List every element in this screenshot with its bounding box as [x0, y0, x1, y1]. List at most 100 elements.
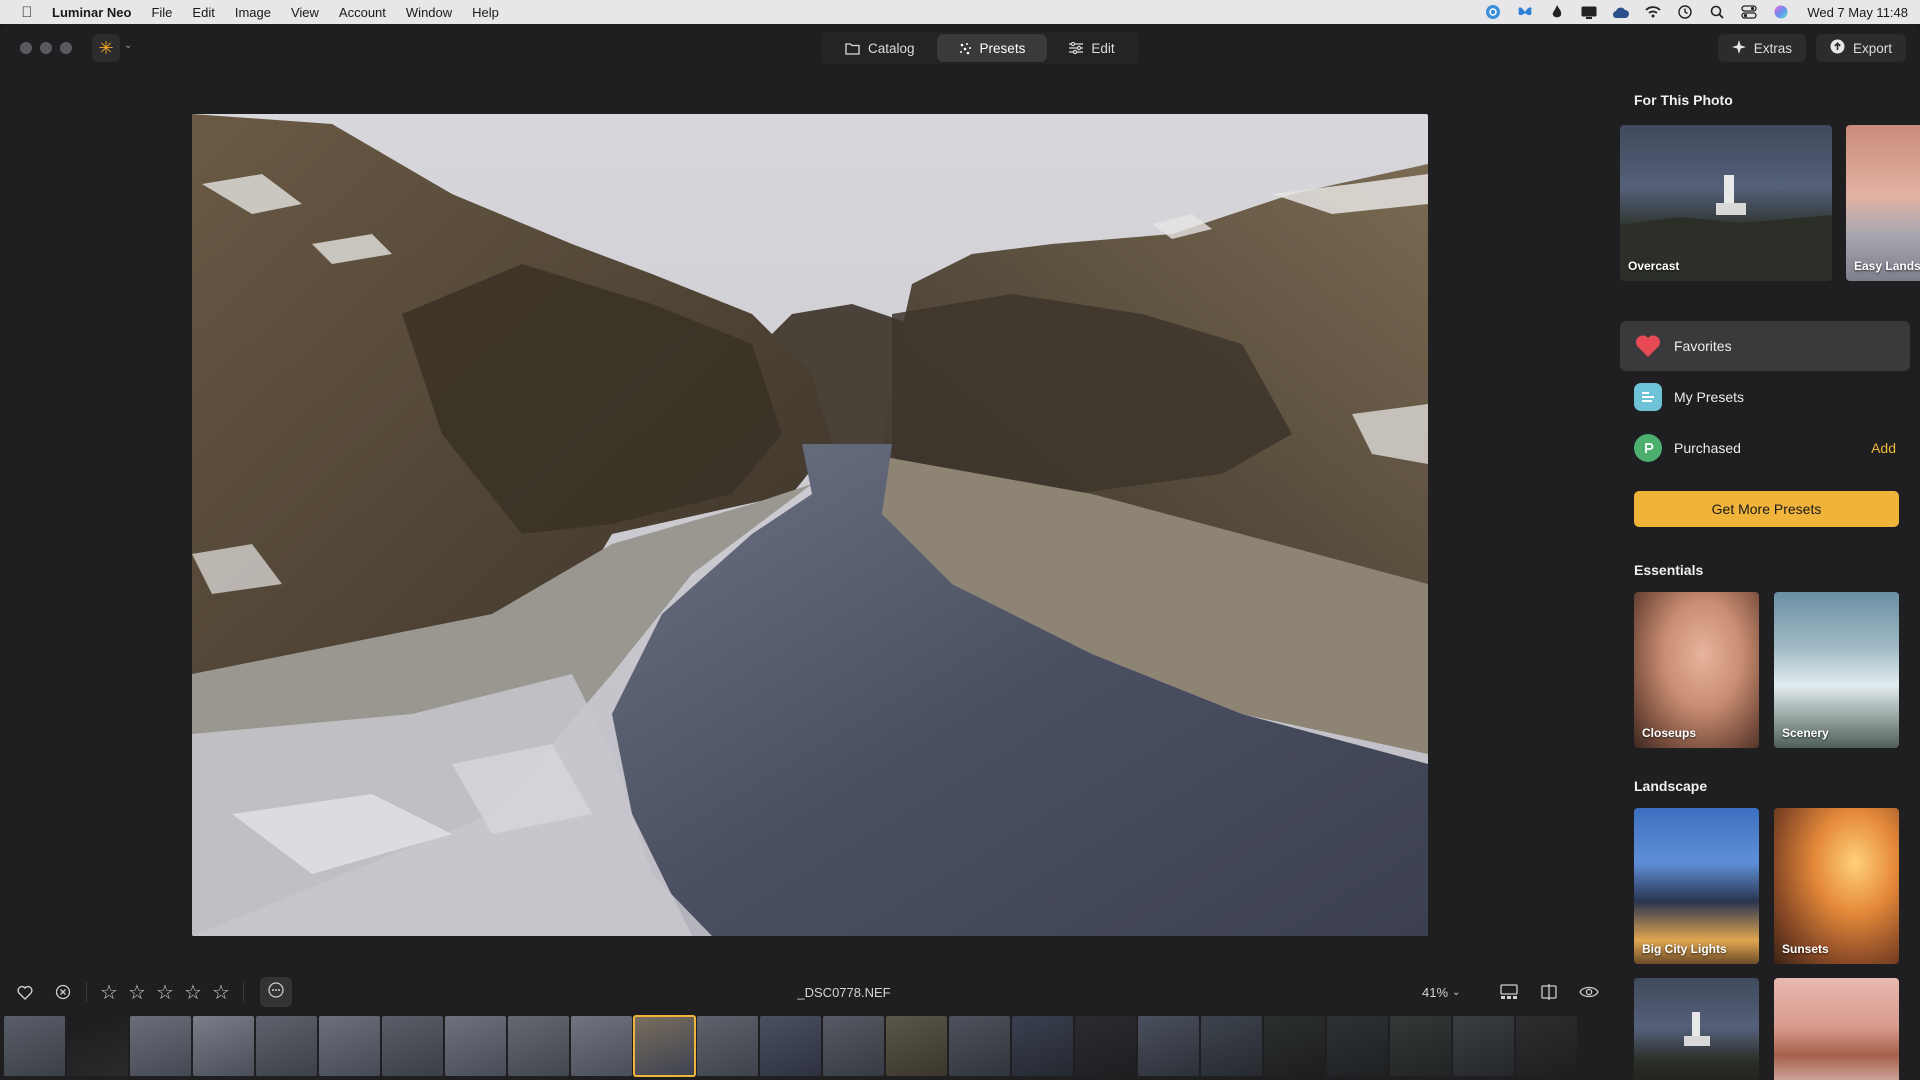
- filmstrip-thumbnail[interactable]: [67, 1016, 128, 1076]
- filmstrip-thumbnail[interactable]: [697, 1016, 758, 1076]
- section-title-for-this-photo: For This Photo: [1634, 92, 1733, 108]
- menu-app-name[interactable]: Luminar Neo: [42, 5, 141, 20]
- filmstrip-thumbnail[interactable]: [1264, 1016, 1325, 1076]
- menu-view[interactable]: View: [281, 5, 329, 20]
- filmstrip-thumbnail[interactable]: [1390, 1016, 1451, 1076]
- window-controls: [20, 42, 72, 54]
- filmstrip-thumbnail[interactable]: [382, 1016, 443, 1076]
- filmstrip-thumbnail[interactable]: [256, 1016, 317, 1076]
- preset-card-label: Big City Lights: [1642, 942, 1727, 956]
- collection-favorites[interactable]: Favorites: [1620, 321, 1910, 371]
- cloud-app-icon[interactable]: [1613, 5, 1630, 19]
- filmstrip-thumbnail[interactable]: [1201, 1016, 1262, 1076]
- filmstrip-thumbnail[interactable]: [886, 1016, 947, 1076]
- menu-help[interactable]: Help: [462, 5, 509, 20]
- display-icon[interactable]: [1581, 5, 1597, 19]
- preset-card-overcast[interactable]: Overcast: [1620, 125, 1832, 281]
- chevron-down-icon[interactable]: ⌄: [124, 40, 132, 51]
- mode-tabs: Catalog Presets Edit: [821, 32, 1139, 64]
- menu-edit[interactable]: Edit: [182, 5, 224, 20]
- luminar-logo-icon[interactable]: ✳: [92, 34, 120, 62]
- chevron-down-icon: ⌄: [1452, 986, 1461, 998]
- butterfly-icon[interactable]: [1517, 5, 1533, 19]
- filmstrip-thumbnail[interactable]: [1516, 1016, 1577, 1076]
- preview-eye-icon[interactable]: [1576, 979, 1602, 1005]
- preset-card-label: Sunsets: [1782, 942, 1829, 956]
- filmstrip-toggle-icon[interactable]: [1496, 979, 1522, 1005]
- wifi-icon[interactable]: [1645, 5, 1661, 19]
- filmstrip-thumbnail[interactable]: [823, 1016, 884, 1076]
- star-5-icon[interactable]: ☆: [209, 980, 233, 1005]
- star-1-icon[interactable]: ☆: [97, 980, 121, 1005]
- finder-search-icon[interactable]: [1485, 5, 1501, 19]
- compare-icon[interactable]: [1536, 979, 1562, 1005]
- preset-card-big-city-lights[interactable]: Big City Lights: [1634, 808, 1759, 964]
- filmstrip-thumbnail-selected[interactable]: [633, 1015, 696, 1077]
- flame-icon[interactable]: [1549, 5, 1565, 19]
- menu-window[interactable]: Window: [396, 5, 462, 20]
- preset-card-easy-landscapes[interactable]: Easy Lands: [1846, 125, 1920, 281]
- sparkle-icon: [1731, 39, 1746, 57]
- export-label: Export: [1852, 40, 1892, 56]
- control-center-icon[interactable]: [1741, 5, 1757, 19]
- preset-card-label: Easy Lands: [1854, 259, 1920, 273]
- filmstrip-thumbnail[interactable]: [1012, 1016, 1073, 1076]
- presets-panel: For This Photo Overcast Easy Lands Favor…: [1616, 72, 1920, 1080]
- ellipsis-icon: [268, 981, 284, 1003]
- add-purchased-link[interactable]: Add: [1871, 440, 1896, 456]
- menubar-clock[interactable]: Wed 7 May 11:48: [1807, 5, 1908, 20]
- my-presets-icon: [1634, 383, 1662, 411]
- filmstrip-thumbnail[interactable]: [508, 1016, 569, 1076]
- more-options-button[interactable]: [260, 977, 292, 1007]
- filmstrip: [0, 1012, 1616, 1080]
- time-machine-icon[interactable]: [1677, 5, 1693, 19]
- filmstrip-thumbnail[interactable]: [4, 1016, 65, 1076]
- collection-purchased[interactable]: Purchased Add: [1620, 423, 1910, 473]
- preset-card-lighthouse[interactable]: [1634, 978, 1759, 1080]
- tab-edit-label: Edit: [1091, 40, 1115, 56]
- divider: [243, 982, 244, 1002]
- bottom-toolbar: ☆ ☆ ☆ ☆ ☆ _DSC0778.NEF 41% ⌄: [0, 972, 1616, 1012]
- zoom-dropdown[interactable]: 41% ⌄: [1422, 985, 1460, 1000]
- tab-presets[interactable]: Presets: [936, 34, 1048, 62]
- filmstrip-thumbnail[interactable]: [1327, 1016, 1388, 1076]
- tab-edit[interactable]: Edit: [1047, 34, 1136, 62]
- menu-image[interactable]: Image: [225, 5, 281, 20]
- preset-card-sunsets[interactable]: Sunsets: [1774, 808, 1899, 964]
- reject-icon[interactable]: [50, 979, 76, 1005]
- preset-card-closeups[interactable]: Closeups: [1634, 592, 1759, 748]
- main-photo[interactable]: [192, 114, 1428, 936]
- collection-label: Favorites: [1674, 338, 1732, 354]
- star-3-icon[interactable]: ☆: [153, 980, 177, 1005]
- filmstrip-thumbnail[interactable]: [949, 1016, 1010, 1076]
- filmstrip-thumbnail[interactable]: [571, 1016, 632, 1076]
- filmstrip-thumbnail[interactable]: [130, 1016, 191, 1076]
- purchased-icon: [1634, 434, 1662, 462]
- filmstrip-thumbnail[interactable]: [193, 1016, 254, 1076]
- spotlight-search-icon[interactable]: [1709, 5, 1725, 19]
- filmstrip-thumbnail[interactable]: [1075, 1016, 1136, 1076]
- filmstrip-thumbnail[interactable]: [445, 1016, 506, 1076]
- tab-catalog[interactable]: Catalog: [823, 34, 937, 62]
- get-more-presets-button[interactable]: Get More Presets: [1634, 491, 1899, 527]
- divider: [86, 982, 87, 1002]
- filmstrip-thumbnail[interactable]: [760, 1016, 821, 1076]
- menu-file[interactable]: File: [141, 5, 182, 20]
- filmstrip-thumbnail[interactable]: [1138, 1016, 1199, 1076]
- preset-card-sea-stack[interactable]: [1774, 978, 1899, 1080]
- filmstrip-thumbnail[interactable]: [1453, 1016, 1514, 1076]
- zoom-window-button[interactable]: [60, 42, 72, 54]
- siri-icon[interactable]: [1773, 5, 1789, 19]
- filmstrip-thumbnail[interactable]: [319, 1016, 380, 1076]
- star-2-icon[interactable]: ☆: [125, 980, 149, 1005]
- apple-icon[interactable]: : [12, 4, 42, 21]
- star-4-icon[interactable]: ☆: [181, 980, 205, 1005]
- favorite-heart-icon[interactable]: [12, 979, 38, 1005]
- export-button[interactable]: Export: [1815, 34, 1906, 62]
- extras-button[interactable]: Extras: [1717, 34, 1806, 62]
- preset-card-scenery[interactable]: Scenery: [1774, 592, 1899, 748]
- close-window-button[interactable]: [20, 42, 32, 54]
- collection-my-presets[interactable]: My Presets: [1620, 372, 1910, 422]
- menu-account[interactable]: Account: [329, 5, 396, 20]
- minimize-window-button[interactable]: [40, 42, 52, 54]
